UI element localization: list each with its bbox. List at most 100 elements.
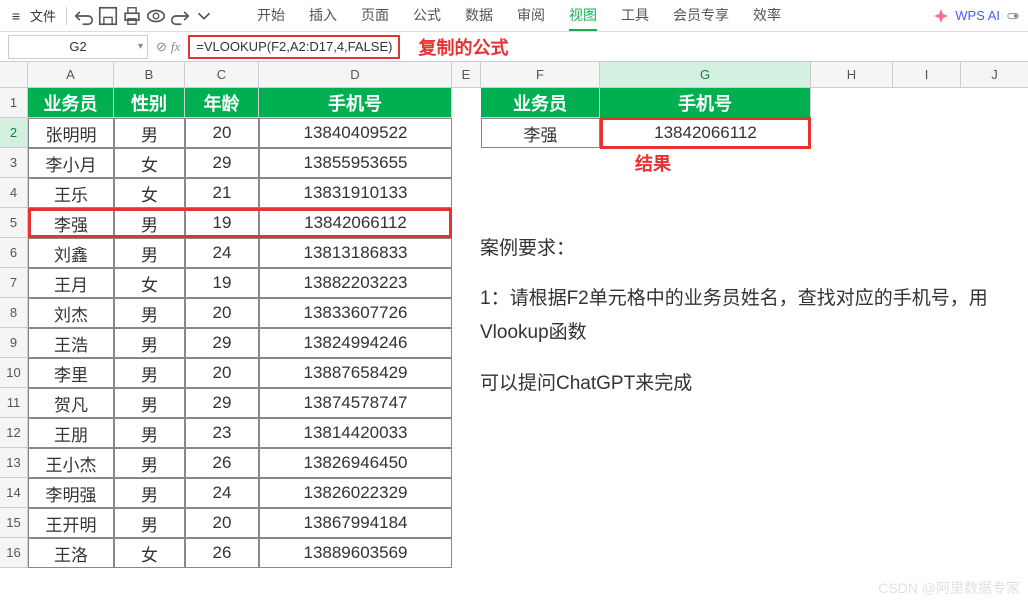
cell-G2[interactable]: 13842066112 [600,118,811,148]
cell-B11[interactable]: 男 [114,388,185,418]
cell-C2[interactable]: 20 [185,118,259,148]
tab-page[interactable]: 页面 [361,1,389,31]
cell-C11[interactable]: 29 [185,388,259,418]
cell-B4[interactable]: 女 [114,178,185,208]
col-header-G[interactable]: G [600,62,811,88]
cell-D14[interactable]: 13826022329 [259,478,452,508]
cell-A15[interactable]: 王开明 [28,508,114,538]
cell-F2[interactable]: 李强 [481,118,600,148]
cell-D11[interactable]: 13874578747 [259,388,452,418]
cell-A12[interactable]: 王朋 [28,418,114,448]
cell-D13[interactable]: 13826946450 [259,448,452,478]
preview-icon[interactable] [145,5,167,27]
dropdown-icon[interactable] [193,5,215,27]
cell-B2[interactable]: 男 [114,118,185,148]
cell-C13[interactable]: 26 [185,448,259,478]
col-header-J[interactable]: J [961,62,1028,88]
cell-A13[interactable]: 王小杰 [28,448,114,478]
cell-D6[interactable]: 13813186833 [259,238,452,268]
col-header-F[interactable]: F [481,62,600,88]
cell-B16[interactable]: 女 [114,538,185,568]
col-header-C[interactable]: C [185,62,259,88]
row-header-1[interactable]: 1 [0,88,28,118]
cell-D3[interactable]: 13855953655 [259,148,452,178]
col-header-B[interactable]: B [114,62,185,88]
row-header-9[interactable]: 9 [0,328,28,358]
row-header-8[interactable]: 8 [0,298,28,328]
cell-B7[interactable]: 女 [114,268,185,298]
row-header-10[interactable]: 10 [0,358,28,388]
cell-B6[interactable]: 男 [114,238,185,268]
row-header-16[interactable]: 16 [0,538,28,568]
chevron-down-icon[interactable]: ▾ [138,41,143,52]
fx-icon[interactable]: fx [171,39,180,55]
cell-B14[interactable]: 男 [114,478,185,508]
cell-C15[interactable]: 20 [185,508,259,538]
name-box[interactable]: G2 ▾ [8,35,148,59]
row-header-3[interactable]: 3 [0,148,28,178]
cell-A9[interactable]: 王浩 [28,328,114,358]
cell-A16[interactable]: 王洛 [28,538,114,568]
cell-C4[interactable]: 21 [185,178,259,208]
cell-B3[interactable]: 女 [114,148,185,178]
col-header-A[interactable]: A [28,62,114,88]
cell-A4[interactable]: 王乐 [28,178,114,208]
cell-D4[interactable]: 13831910133 [259,178,452,208]
cell-B9[interactable]: 男 [114,328,185,358]
tab-tools[interactable]: 工具 [621,1,649,31]
col-header-H[interactable]: H [811,62,893,88]
cell-B1[interactable]: 性别 [114,88,185,118]
cell-F1[interactable]: 业务员 [481,88,600,118]
cell-A14[interactable]: 李明强 [28,478,114,508]
cell-C1[interactable]: 年龄 [185,88,259,118]
tab-start[interactable]: 开始 [257,1,285,31]
tab-formula[interactable]: 公式 [413,1,441,31]
cell-C12[interactable]: 23 [185,418,259,448]
cell-D5[interactable]: 13842066112 [259,208,452,238]
cell-D12[interactable]: 13814420033 [259,418,452,448]
row-header-4[interactable]: 4 [0,178,28,208]
cell-D1[interactable]: 手机号 [259,88,452,118]
cell-A6[interactable]: 刘鑫 [28,238,114,268]
cell-C16[interactable]: 26 [185,538,259,568]
cell-C8[interactable]: 20 [185,298,259,328]
formula-input[interactable]: =VLOOKUP(F2,A2:D17,4,FALSE) [188,35,400,59]
hamburger-icon[interactable]: ≡ [8,8,24,24]
cell-A3[interactable]: 李小月 [28,148,114,178]
undo-icon[interactable] [73,5,95,27]
redo-icon[interactable] [169,5,191,27]
cell-A5[interactable]: 李强 [28,208,114,238]
cell-C14[interactable]: 24 [185,478,259,508]
tab-view[interactable]: 视图 [569,1,597,31]
cell-D8[interactable]: 13833607726 [259,298,452,328]
cell-A2[interactable]: 张明明 [28,118,114,148]
cell-B12[interactable]: 男 [114,418,185,448]
row-header-7[interactable]: 7 [0,268,28,298]
cell-A10[interactable]: 李里 [28,358,114,388]
row-header-6[interactable]: 6 [0,238,28,268]
cell-B10[interactable]: 男 [114,358,185,388]
col-header-I[interactable]: I [893,62,961,88]
row-header-11[interactable]: 11 [0,388,28,418]
cell-D7[interactable]: 13882203223 [259,268,452,298]
cell-C5[interactable]: 19 [185,208,259,238]
tab-member[interactable]: 会员专享 [673,1,729,31]
file-menu[interactable]: 文件 [26,6,60,25]
cell-C6[interactable]: 24 [185,238,259,268]
select-all-corner[interactable] [0,62,28,88]
print-icon[interactable] [121,5,143,27]
tab-insert[interactable]: 插入 [309,1,337,31]
col-header-E[interactable]: E [452,62,481,88]
cell-C9[interactable]: 29 [185,328,259,358]
cell-B5[interactable]: 男 [114,208,185,238]
cell-D9[interactable]: 13824994246 [259,328,452,358]
tab-data[interactable]: 数据 [465,1,493,31]
cell-B8[interactable]: 男 [114,298,185,328]
row-header-14[interactable]: 14 [0,478,28,508]
row-header-15[interactable]: 15 [0,508,28,538]
cell-G1[interactable]: 手机号 [600,88,811,118]
cancel-formula-icon[interactable]: ⊘ [156,39,167,55]
cell-A1[interactable]: 业务员 [28,88,114,118]
cell-D10[interactable]: 13887658429 [259,358,452,388]
row-header-5[interactable]: 5 [0,208,28,238]
